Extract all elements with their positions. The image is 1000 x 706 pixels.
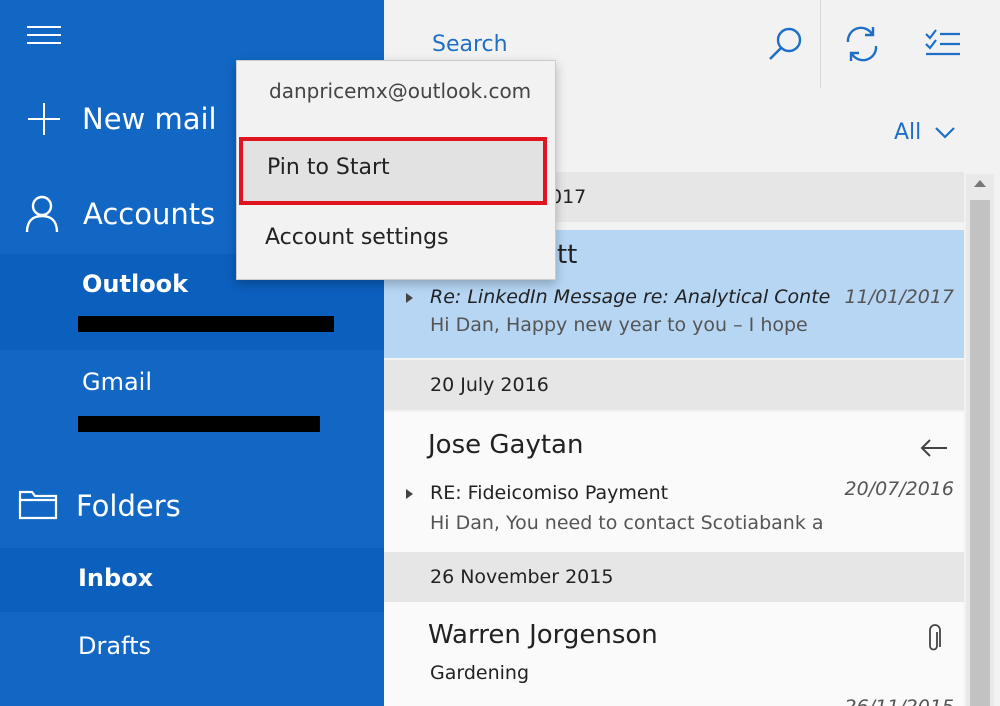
message-subject: Re: LinkedIn Message re: Analytical Cont… bbox=[430, 286, 830, 308]
message-sender: Jose Gaytan bbox=[428, 430, 584, 460]
search-input[interactable] bbox=[430, 26, 734, 62]
folders-label: Folders bbox=[76, 489, 181, 523]
folder-name: Drafts bbox=[78, 632, 151, 660]
pin-to-start-menu-item[interactable]: Pin to Start bbox=[239, 137, 547, 205]
sync-icon[interactable] bbox=[840, 22, 884, 66]
message-date: 11/01/2017 bbox=[844, 286, 954, 308]
selection-mode-icon[interactable] bbox=[922, 22, 966, 66]
folders-button[interactable]: Folders bbox=[0, 480, 384, 532]
paperclip-icon bbox=[929, 624, 941, 651]
toolbar-divider bbox=[820, 0, 821, 88]
expand-thread-icon[interactable] bbox=[406, 489, 413, 499]
account-context-menu: danpricemx@outlook.com Pin to Start Acco… bbox=[236, 60, 556, 280]
chevron-down-icon bbox=[935, 126, 956, 139]
redacted-email-bar bbox=[78, 316, 334, 332]
search-icon[interactable] bbox=[764, 22, 808, 66]
message-date: 26/11/2015 bbox=[844, 696, 954, 706]
account-gmail[interactable]: Gmail bbox=[0, 352, 384, 452]
scrollbar-thumb[interactable] bbox=[970, 200, 990, 706]
message-preview: Hi Dan, Happy new year to you – I hope bbox=[430, 314, 808, 336]
account-name: Gmail bbox=[82, 368, 153, 396]
message-date: 20/07/2016 bbox=[844, 478, 954, 500]
filter-dropdown[interactable]: All bbox=[894, 120, 956, 145]
scroll-up-arrow-icon[interactable] bbox=[974, 180, 986, 187]
new-mail-label: New mail bbox=[82, 102, 217, 136]
message-sender: Warren Jorgenson bbox=[428, 620, 658, 650]
date-group-label: 20 July 2016 bbox=[430, 374, 549, 396]
menu-item-label: Account settings bbox=[265, 225, 449, 250]
accounts-label: Accounts bbox=[83, 197, 216, 231]
date-group-label: 26 November 2015 bbox=[430, 566, 614, 588]
message-item[interactable]: Jose Gaytan RE: Fideicomiso Payment 20/0… bbox=[384, 412, 964, 552]
date-group-header: 20 July 2016 bbox=[384, 360, 964, 410]
redacted-email-bar bbox=[78, 416, 320, 432]
message-subject: Gardening bbox=[430, 662, 530, 684]
message-item[interactable]: Warren Jorgenson Gardening 26/11/2015 bbox=[384, 602, 964, 706]
message-subject: RE: Fideicomiso Payment bbox=[430, 482, 669, 504]
person-icon bbox=[25, 195, 59, 233]
account-settings-menu-item[interactable]: Account settings bbox=[239, 213, 547, 273]
reply-arrow-icon bbox=[920, 439, 947, 457]
folder-inbox[interactable]: Inbox bbox=[0, 548, 384, 612]
menu-account-email: danpricemx@outlook.com bbox=[269, 79, 532, 103]
account-name: Outlook bbox=[82, 270, 189, 298]
plus-icon bbox=[28, 103, 60, 135]
message-list-scrollbar[interactable] bbox=[966, 174, 994, 706]
date-group-header: 26 November 2015 bbox=[384, 552, 964, 602]
folder-drafts[interactable]: Drafts bbox=[0, 616, 384, 680]
filter-label: All bbox=[894, 120, 922, 145]
hamburger-menu-icon[interactable] bbox=[27, 24, 61, 46]
menu-item-label: Pin to Start bbox=[267, 155, 390, 180]
message-preview: Hi Dan, You need to contact Scotiabank a bbox=[430, 512, 824, 534]
folder-name: Inbox bbox=[78, 564, 154, 592]
expand-thread-icon[interactable] bbox=[406, 293, 413, 303]
folder-icon bbox=[18, 490, 58, 520]
